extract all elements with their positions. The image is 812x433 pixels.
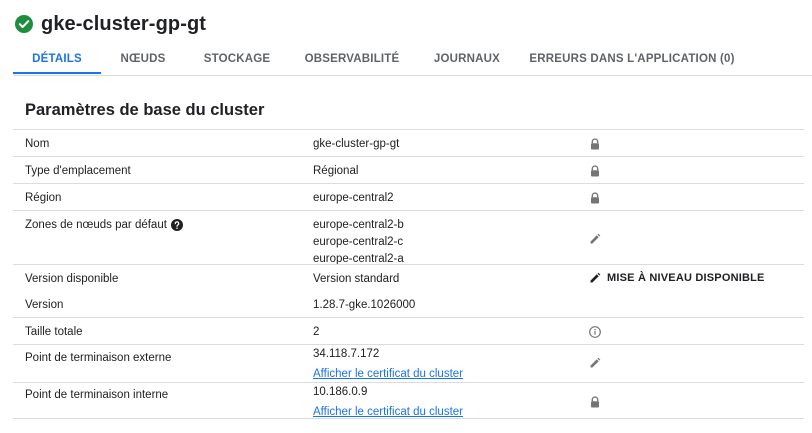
- lock-icon: [589, 192, 601, 204]
- lock-icon: [589, 165, 601, 177]
- tab-app-errors[interactable]: ERREURS DANS L'APPLICATION (0): [529, 44, 735, 74]
- tab-observability[interactable]: OBSERVABILITÉ: [295, 44, 409, 74]
- pencil-icon[interactable]: [589, 357, 601, 369]
- table-row: Version disponible Version standard MISE…: [13, 264, 804, 291]
- table-row: Région europe-central2: [13, 183, 804, 210]
- page-title: gke-cluster-gp-gt: [41, 12, 207, 35]
- tab-bar: DÉTAILS NŒUDS STOCKAGE OBSERVABILITÉ JOU…: [13, 44, 812, 76]
- table-row: Nom gke-cluster-gp-gt: [13, 129, 804, 156]
- table-row: Point de terminaison interne 10.186.0.9 …: [13, 382, 804, 419]
- section-title: Paramètres de base du cluster: [25, 101, 265, 119]
- lock-icon: [589, 396, 601, 408]
- info-icon[interactable]: [589, 326, 601, 338]
- tab-nodes[interactable]: NŒUDS: [101, 44, 185, 74]
- row-value: 1.28.7-gke.1026000: [313, 299, 416, 311]
- row-label: Zones de nœuds par défaut: [25, 219, 183, 231]
- row-value: 34.118.7.172 Afficher le certificat du c…: [313, 348, 463, 380]
- row-value: europe-central2: [313, 192, 394, 204]
- table-row: Zones de nœuds par défaut europe-central…: [13, 210, 804, 265]
- row-value: gke-cluster-gp-gt: [313, 138, 400, 150]
- view-cluster-certificate-link[interactable]: Afficher le certificat du cluster: [313, 368, 463, 380]
- cluster-details-table: Nom gke-cluster-gp-gt Type d'emplacement…: [13, 129, 804, 419]
- upgrade-available-label: MISE À NIVEAU DISPONIBLE: [607, 272, 765, 284]
- row-label: Version: [25, 299, 64, 311]
- row-label-text: Zones de nœuds par défaut: [25, 219, 167, 231]
- row-value: 2: [313, 326, 320, 338]
- tab-details[interactable]: DÉTAILS: [13, 44, 101, 74]
- row-value: europe-central2-b europe-central2-c euro…: [313, 219, 404, 270]
- row-value: Régional: [313, 165, 359, 177]
- upgrade-available-button[interactable]: MISE À NIVEAU DISPONIBLE: [589, 272, 765, 284]
- table-row: Version 1.28.7-gke.1026000: [13, 291, 804, 317]
- help-icon[interactable]: [170, 219, 183, 231]
- row-label: Nom: [25, 138, 50, 150]
- page-header: gke-cluster-gp-gt: [15, 11, 206, 37]
- pencil-icon: [590, 272, 601, 283]
- table-row: Point de terminaison externe 34.118.7.17…: [13, 344, 804, 382]
- tab-storage[interactable]: STOCKAGE: [193, 44, 281, 74]
- row-label: Version disponible: [25, 273, 119, 285]
- zone-item: europe-central2-c: [313, 236, 404, 248]
- row-label: Type d'emplacement: [25, 165, 131, 177]
- table-row: Type d'emplacement Régional: [13, 156, 804, 183]
- row-value: Version standard: [313, 273, 400, 285]
- check-circle-icon: [15, 15, 33, 33]
- endpoint-ip: 34.118.7.172: [313, 348, 380, 360]
- row-label: Région: [25, 192, 62, 204]
- endpoint-ip: 10.186.0.9: [313, 386, 368, 398]
- row-label: Point de terminaison externe: [25, 352, 172, 364]
- row-label: Taille totale: [25, 326, 83, 338]
- table-row: Taille totale 2: [13, 317, 804, 344]
- row-label: Point de terminaison interne: [25, 389, 169, 401]
- pencil-icon[interactable]: [589, 233, 601, 245]
- zone-item: europe-central2-b: [313, 219, 404, 231]
- lock-icon: [589, 138, 601, 150]
- view-cluster-certificate-link[interactable]: Afficher le certificat du cluster: [313, 406, 463, 418]
- row-value: 10.186.0.9 Afficher le certificat du clu…: [313, 386, 463, 418]
- tab-logs[interactable]: JOURNAUX: [423, 44, 511, 74]
